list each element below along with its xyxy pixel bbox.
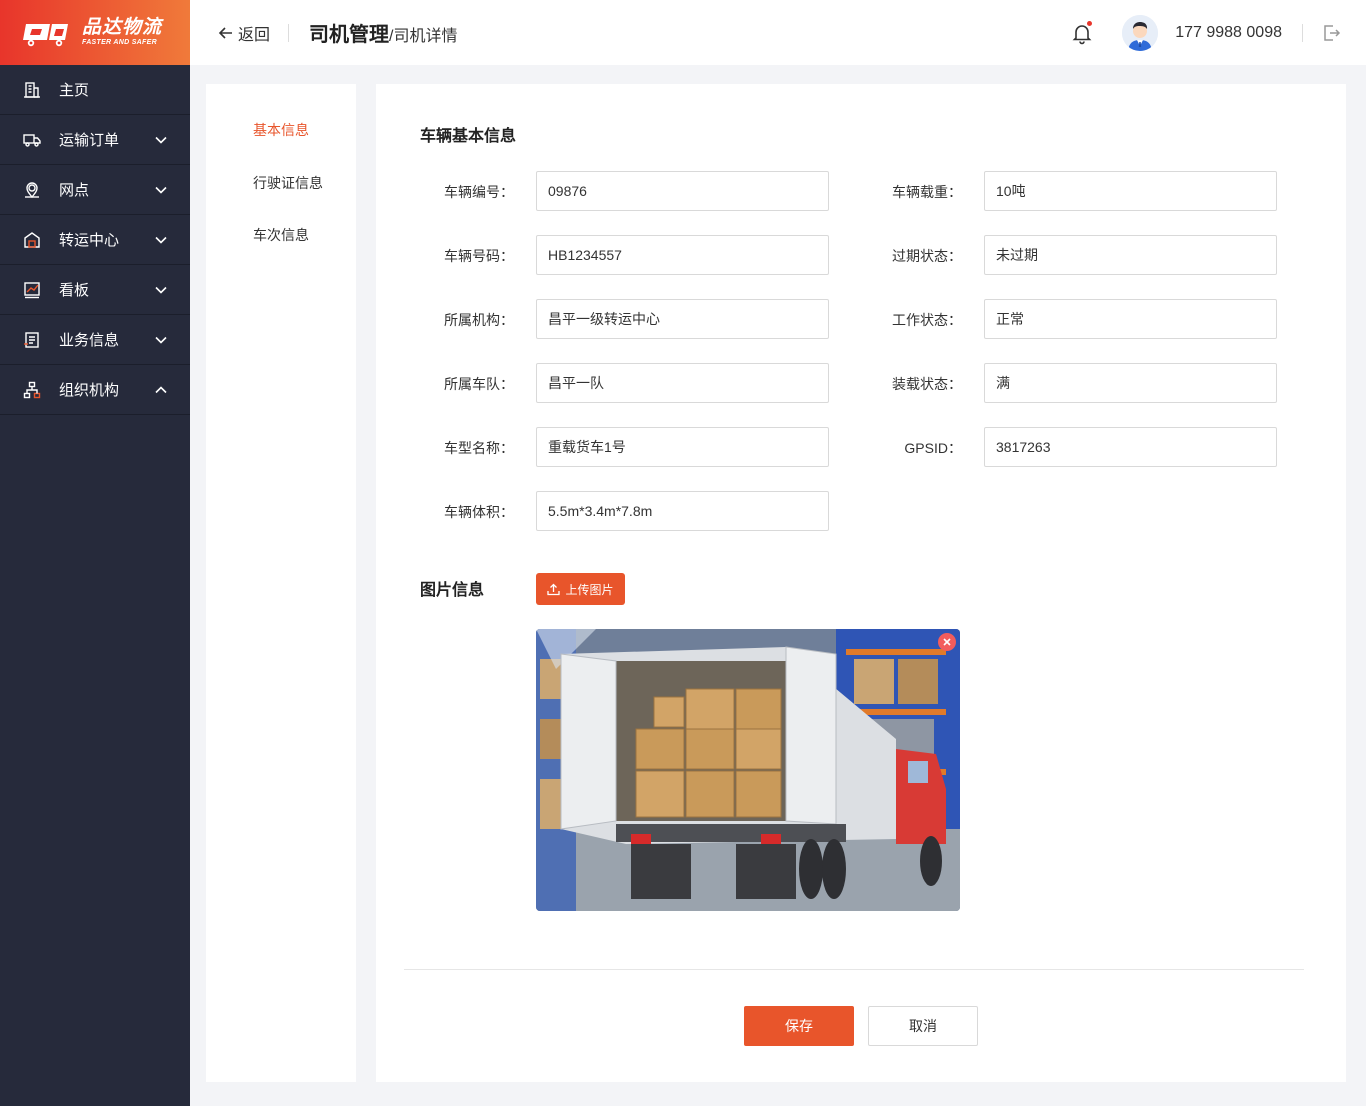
tab-trip-info[interactable]: 车次信息 <box>253 225 309 245</box>
back-button[interactable]: 返回 <box>218 21 270 45</box>
upload-image-button[interactable]: 上传图片 <box>536 573 625 605</box>
brand-name: 品达物流 <box>82 17 163 38</box>
vehicle-section-title: 车辆基本信息 <box>420 128 517 145</box>
truck-photo-illustration <box>536 629 960 911</box>
sidebar-item-label: 转运中心 <box>59 232 120 249</box>
chevron-down-icon <box>155 286 167 294</box>
truck-logo-icon <box>23 23 68 46</box>
expiry-status-input[interactable] <box>984 235 1277 275</box>
sidebar: 品达物流 FASTER AND SAFER 主页 运输订单 网点 转运中心 看板… <box>0 0 190 1106</box>
field-label-volume: 车辆体积： <box>444 504 514 520</box>
org-chart-icon <box>23 381 41 399</box>
fleet-input[interactable] <box>536 363 829 403</box>
tab-driving-license[interactable]: 行驶证信息 <box>253 173 323 193</box>
sidebar-item-business-info[interactable]: 业务信息 <box>0 315 190 365</box>
top-header: 返回 司机管理/司机详情 177 9988 0098 <box>190 0 1366 65</box>
sidebar-item-transport-orders[interactable]: 运输订单 <box>0 115 190 165</box>
sidebar-item-dashboard[interactable]: 看板 <box>0 265 190 315</box>
truck-icon <box>23 131 41 149</box>
arrow-left-icon <box>218 26 232 39</box>
plate-no-input[interactable] <box>536 235 829 275</box>
chart-board-icon <box>23 281 41 299</box>
avatar[interactable] <box>1122 14 1159 51</box>
breadcrumb-current: 司机详情 <box>393 28 458 45</box>
notification-dot <box>1087 20 1093 26</box>
upload-label: 上传图片 <box>565 582 614 597</box>
header-divider <box>288 23 290 42</box>
sidebar-item-label: 看板 <box>59 282 90 299</box>
brand-logo[interactable]: 品达物流 FASTER AND SAFER <box>0 0 190 65</box>
sidebar-item-label: 网点 <box>59 182 90 199</box>
field-label-gpsid: GPSID： <box>904 440 962 456</box>
header-divider <box>1302 23 1303 42</box>
model-name-input[interactable] <box>536 427 829 467</box>
back-label: 返回 <box>238 26 271 44</box>
field-label-model-name: 车型名称： <box>444 440 514 456</box>
sidebar-item-home[interactable]: 主页 <box>0 65 190 115</box>
building-icon <box>23 81 41 99</box>
volume-input[interactable] <box>536 491 829 531</box>
vehicle-detail-card: 车辆基本信息 车辆编号： 车辆号码： 所属机构： 所属车队： 车型名称： 车辆体… <box>376 84 1346 1082</box>
logout-icon[interactable] <box>1321 23 1341 43</box>
load-status-input[interactable] <box>984 363 1277 403</box>
tab-basic-info[interactable]: 基本信息 <box>253 120 309 140</box>
field-label-load-capacity: 车辆载重： <box>892 184 962 200</box>
sidebar-nav: 主页 运输订单 网点 转运中心 看板 业务信息 组织机构 <box>0 65 190 415</box>
cancel-button[interactable]: 取消 <box>868 1006 978 1046</box>
close-icon <box>943 638 951 646</box>
field-label-fleet: 所属车队： <box>444 376 514 392</box>
notification-bell-icon[interactable] <box>1070 20 1094 45</box>
field-label-organization: 所属机构： <box>444 312 514 328</box>
chevron-down-icon <box>155 186 167 194</box>
vehicle-no-input[interactable] <box>536 171 829 211</box>
field-label-expiry-status: 过期状态： <box>892 248 962 264</box>
sidebar-item-transfer-center[interactable]: 转运中心 <box>0 215 190 265</box>
warehouse-icon <box>23 231 41 249</box>
breadcrumb: 司机管理/司机详情 <box>309 18 457 47</box>
detail-tabs: 基本信息 行驶证信息 车次信息 <box>206 84 356 1082</box>
document-icon <box>23 331 41 349</box>
image-section-title: 图片信息 <box>420 582 485 599</box>
field-label-plate-no: 车辆号码： <box>444 248 514 264</box>
sidebar-item-label: 组织机构 <box>59 382 120 399</box>
footer-divider <box>404 969 1304 970</box>
location-pin-icon <box>23 181 41 199</box>
sidebar-item-label: 主页 <box>59 82 90 99</box>
gpsid-input[interactable] <box>984 427 1277 467</box>
vehicle-photo[interactable] <box>536 629 960 911</box>
remove-photo-button[interactable] <box>938 633 956 651</box>
field-label-work-status: 工作状态： <box>892 312 962 328</box>
upload-icon <box>547 583 561 595</box>
sidebar-item-organization[interactable]: 组织机构 <box>0 365 190 415</box>
sidebar-item-label: 业务信息 <box>59 332 120 349</box>
organization-input[interactable] <box>536 299 829 339</box>
chevron-down-icon <box>155 136 167 144</box>
user-phone[interactable]: 177 9988 0098 <box>1175 24 1282 42</box>
breadcrumb-main[interactable]: 司机管理 <box>309 24 389 46</box>
field-label-load-status: 装载状态： <box>892 376 962 392</box>
work-status-input[interactable] <box>984 299 1277 339</box>
chevron-up-icon <box>155 386 167 394</box>
save-button[interactable]: 保存 <box>744 1006 854 1046</box>
chevron-down-icon <box>155 336 167 344</box>
sidebar-item-label: 运输订单 <box>59 132 120 149</box>
load-capacity-input[interactable] <box>984 171 1277 211</box>
sidebar-item-outlets[interactable]: 网点 <box>0 165 190 215</box>
field-label-vehicle-no: 车辆编号： <box>444 184 514 200</box>
brand-tagline: FASTER AND SAFER <box>82 39 157 46</box>
chevron-down-icon <box>155 236 167 244</box>
